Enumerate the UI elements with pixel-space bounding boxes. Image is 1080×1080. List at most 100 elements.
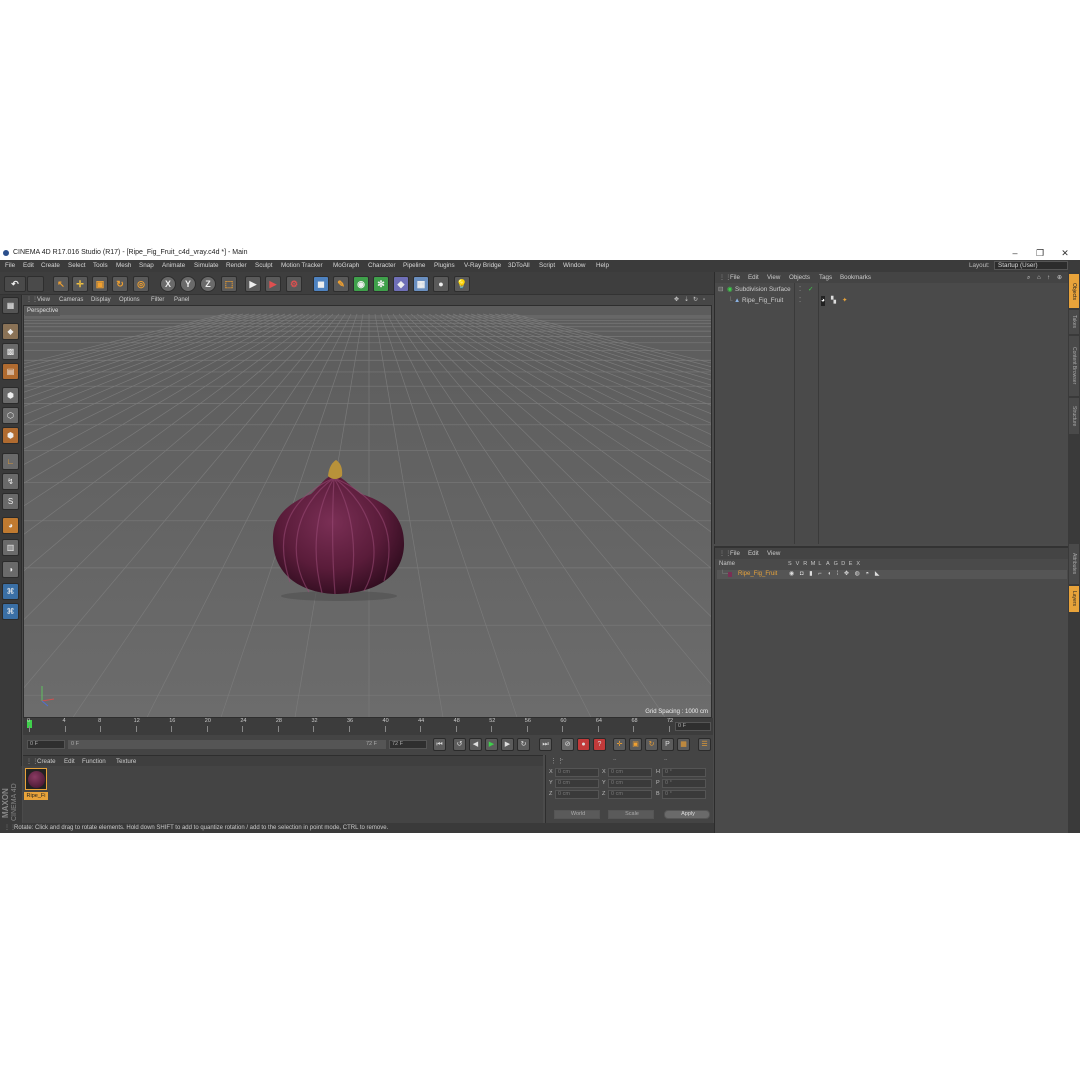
viewport-menu-display[interactable]: Display [91,295,111,305]
object-home-icon[interactable]: ⌂ [1037,272,1041,283]
object-row-fig[interactable]: └ ▲ Ripe_Fig_Fruit ⁚ ◕ ▚ ✦ [718,296,1068,306]
perspective-viewport[interactable]: Perspective Grid Spacing : 1000 cm [23,305,712,718]
material-name-label[interactable]: Ripe_Fi [24,792,48,800]
layer-row[interactable]: └─ Ripe_Fig_Fruit ◉ ◘ ▮ ⌐ ◖ ⁞ ✥ ◍ ◓ ◣ [717,570,1067,579]
object-menu-file[interactable]: File [730,272,740,283]
layer-menu-view[interactable]: View [767,548,780,559]
layer-col-header[interactable]: M [811,560,816,569]
light-icon[interactable]: 💡 [454,276,470,292]
render-settings-icon[interactable]: ⚙ [286,276,302,292]
menu-edit[interactable]: Edit [23,260,34,272]
menu-file[interactable]: File [5,260,15,272]
viewport-menu-filter[interactable]: Filter [151,295,164,305]
deformer-icon[interactable]: ◆ [393,276,409,292]
python-icon[interactable]: ⌘ [2,583,19,600]
tweak-mode-icon[interactable]: ↯ [2,473,19,490]
next-frame-icon[interactable]: ▶ [501,738,514,751]
material-tag-icon[interactable]: ◕ [821,296,825,306]
play-icon[interactable]: ▶ [485,738,498,751]
menu-simulate[interactable]: Simulate [194,260,219,272]
floor-icon[interactable]: ▦ [413,276,429,292]
tab-attributes[interactable]: Attributes [1069,544,1079,584]
parameter-key-icon[interactable]: P [661,738,674,751]
coord-value-field[interactable]: 0 cm [608,779,652,788]
visibility-dots-icon[interactable]: ⁚ [799,296,801,306]
layer-menu-file[interactable]: File [730,548,740,559]
solo-icon[interactable]: ◑ [2,561,19,578]
layer-color-swatch[interactable] [728,572,732,577]
move-icon[interactable]: ✛ [72,276,88,292]
tab-layers[interactable]: Layers [1069,586,1079,612]
coordinate-system-icon[interactable]: ⬚ [221,276,237,292]
cloner-icon[interactable]: ✻ [373,276,389,292]
render-to-picture-viewer-icon[interactable]: ▶ [265,276,281,292]
tab-objects[interactable]: Objects [1069,274,1079,308]
menu-render[interactable]: Render [226,260,247,272]
layout-select[interactable]: Startup (User) [994,261,1068,270]
prev-key-icon[interactable]: ↺ [453,738,466,751]
menu-snap[interactable]: Snap [139,260,154,272]
object-up-icon[interactable]: ↑ [1047,272,1050,283]
layer-col-header[interactable]: A [826,560,830,569]
layer-col-header[interactable]: V [796,560,800,569]
layer-col-header[interactable]: X [856,560,860,569]
layer-col-header[interactable]: L [818,560,821,569]
menu-select[interactable]: Select [68,260,86,272]
goto-start-icon[interactable]: ⏮ [433,738,446,751]
render-view-icon[interactable]: ▶ [245,276,261,292]
texture-tag-icon[interactable]: ▚ [831,296,836,306]
make-editable-icon[interactable]: ▦ [2,297,19,314]
rotate-icon[interactable]: ↻ [112,276,128,292]
layer-menu-edit[interactable]: Edit [748,548,759,559]
object-menu-edit[interactable]: Edit [748,272,759,283]
tab-takes[interactable]: Takes [1069,310,1079,334]
edges-mode-icon[interactable]: ⬡ [2,407,19,424]
axis-mode-icon[interactable]: ∟ [2,453,19,470]
workplane-lock-icon[interactable]: ▥ [2,539,19,556]
axis-y-button[interactable]: Y [180,276,196,292]
coord-value-field[interactable]: 0 ° [662,790,706,799]
apply-button[interactable]: Apply [664,810,710,819]
menu-mograph[interactable]: MoGraph [333,260,359,272]
keyframe-selection-icon[interactable]: ? [593,738,606,751]
position-key-icon[interactable]: ✛ [613,738,626,751]
menu-character[interactable]: Character [368,260,396,272]
object-name[interactable]: Ripe_Fig_Fruit [742,296,783,306]
expand-icon[interactable]: ⊟ [718,285,723,295]
start-frame-field[interactable]: 0 F [27,740,65,749]
coord-value-field[interactable]: 0 cm [555,790,599,799]
tab-structure[interactable]: Structure [1069,398,1079,434]
menu-script[interactable]: Script [539,260,555,272]
recent-tools-icon[interactable]: ◎ [133,276,149,292]
menu-mesh[interactable]: Mesh [116,260,131,272]
end-frame-field[interactable]: 72 F [389,740,427,749]
pla-key-icon[interactable]: ▦ [677,738,690,751]
layer-col-name[interactable]: Name [719,560,735,569]
layer-name[interactable]: Ripe_Fig_Fruit [738,570,777,579]
menu-create[interactable]: Create [41,260,60,272]
record-keys-icon[interactable]: ⊘ [561,738,574,751]
rotation-key-icon[interactable]: ↻ [645,738,658,751]
next-key-icon[interactable]: ↻ [517,738,530,751]
menu-plugins[interactable]: Plugins [434,260,455,272]
autokey-icon[interactable]: ● [577,738,590,751]
layer-flag-icons[interactable]: ◉ ◘ ▮ ⌐ ◖ ⁞ ✥ ◍ ◓ ◣ [789,570,881,579]
subdivision-surface-icon[interactable]: ◉ [353,276,369,292]
viewport-toggle-icon[interactable]: ▫ [703,295,705,305]
model-mode-icon[interactable]: ◆ [2,323,19,340]
object-menu-bookmarks[interactable]: Bookmarks [840,272,871,283]
viewport-menu-view[interactable]: View [37,295,50,305]
menu-vray-bridge[interactable]: V-Ray Bridge [464,260,501,272]
enable-snap-icon[interactable]: ◕ [2,517,19,534]
coord-value-field[interactable]: 0 cm [555,768,599,777]
coord-value-field[interactable]: 0 cm [555,779,599,788]
object-name[interactable]: Subdivision Surface [735,285,791,295]
redo-icon[interactable] [27,276,44,292]
menu-animate[interactable]: Animate [162,260,185,272]
snapping-icon[interactable]: S [2,493,19,510]
viewport-zoom-icon[interactable]: ⇣ [684,295,689,305]
coord-scale-select[interactable]: Scale [608,810,654,819]
menu-tools[interactable]: Tools [93,260,108,272]
live-selection-icon[interactable]: ↖ [53,276,69,292]
material-swatch[interactable] [25,768,47,790]
